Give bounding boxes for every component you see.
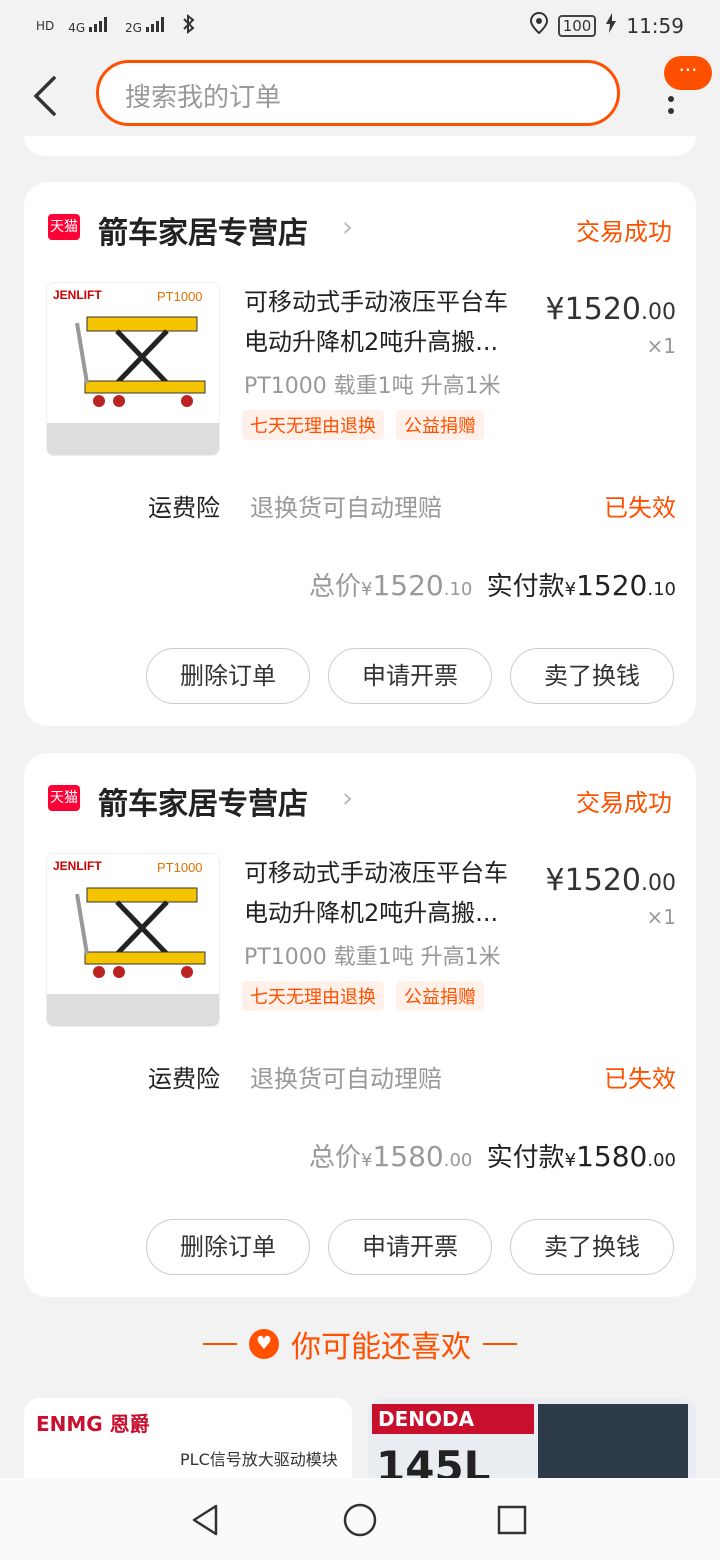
paid-label: 实付款	[486, 572, 565, 602]
thumb-brand: JENLIFT	[53, 859, 102, 873]
product-thumbnail[interactable]: JENLIFT PT1000	[46, 853, 220, 1027]
request-invoice-button[interactable]: 申请开票	[328, 648, 492, 704]
product-sku: PT1000 载重1吨 升高1米	[244, 945, 501, 970]
delete-order-button[interactable]: 删除订单	[146, 648, 310, 704]
chevron-right-icon: ›	[342, 210, 354, 243]
insurance-status: 已失效	[604, 1065, 676, 1093]
rec-brand: DENODA	[372, 1404, 534, 1434]
rec-text: PLC信号放大驱动模块	[180, 1450, 338, 1469]
paid-value: ¥1520.10	[564, 569, 676, 602]
shop-name[interactable]: 箭车家居专营店	[98, 208, 308, 252]
recommend-title: 你可能还喜欢	[291, 1330, 471, 1365]
order-status: 交易成功	[576, 218, 672, 246]
order-totals: 总价¥1580.00 实付款¥1580.00	[309, 1137, 676, 1174]
total-value: ¥1520.10	[361, 569, 473, 602]
hd-indicator: HD	[36, 18, 55, 33]
back-button[interactable]	[28, 74, 64, 118]
lift-cart-image: JENLIFT PT1000	[47, 283, 219, 455]
insurance-label: 运费险	[148, 494, 220, 522]
insurance-desc: 退换货可自动理赔	[250, 494, 442, 522]
status-bar: HD 4G 2G 100 11:59	[0, 0, 720, 52]
insurance-desc: 退换货可自动理赔	[250, 1065, 442, 1093]
resell-button[interactable]: 卖了换钱	[510, 648, 674, 704]
bluetooth-icon	[182, 13, 196, 37]
total-value: ¥1580.00	[361, 1140, 473, 1173]
tag-return: 七天无理由退换	[242, 410, 384, 440]
product-quantity: ×1	[646, 334, 676, 358]
resell-button[interactable]: 卖了换钱	[510, 1219, 674, 1275]
product-title-line1: 可移动式手动液压平台车	[244, 859, 508, 887]
service-tags: 七天无理由退换 公益捐赠	[242, 981, 484, 1011]
chevron-left-icon	[33, 76, 56, 116]
shop-row[interactable]: 天猫 箭车家居专营店 › 交易成功	[24, 753, 696, 843]
signal-2g-icon: 2G	[125, 16, 168, 35]
product-title-line1: 可移动式手动液压平台车	[244, 288, 508, 316]
clock-time: 11:59	[626, 13, 684, 38]
location-icon	[529, 11, 548, 39]
shop-name[interactable]: 箭车家居专营店	[98, 779, 308, 823]
tmall-badge-icon: 天猫	[48, 785, 80, 811]
insurance-label: 运费险	[148, 1065, 220, 1093]
thumb-brand: JENLIFT	[53, 288, 102, 302]
order-status: 交易成功	[576, 789, 672, 817]
divider-left	[203, 1343, 237, 1345]
service-tags: 七天无理由退换 公益捐赠	[242, 410, 484, 440]
nav-recents-icon[interactable]	[492, 1500, 532, 1540]
total-label: 总价	[308, 1143, 361, 1173]
product-thumbnail[interactable]: JENLIFT PT1000	[46, 282, 220, 456]
nav-home-icon[interactable]	[340, 1500, 380, 1540]
status-right-indicators: 100 11:59	[529, 11, 684, 39]
tag-charity: 公益捐赠	[396, 410, 484, 440]
recommend-header: ♥ 你可能还喜欢	[0, 1322, 720, 1372]
tag-charity: 公益捐赠	[396, 981, 484, 1011]
total-label: 总价	[308, 572, 361, 602]
shop-row[interactable]: 天猫 箭车家居专营店 › 交易成功	[24, 182, 696, 272]
status-left-indicators: HD 4G 2G	[36, 13, 196, 37]
order-actions: 删除订单 申请开票 卖了换钱	[146, 648, 674, 704]
order-totals: 总价¥1520.10 实付款¥1520.10	[309, 566, 676, 603]
product-title-line2: 电动升降机2吨升高搬...	[244, 899, 499, 927]
order-card: 天猫 箭车家居专营店 › 交易成功 JENLIFT PT1000 可移动式手动液…	[24, 753, 696, 1297]
rec-brand: ENMG 恩爵	[36, 1412, 150, 1436]
product-price: ¥1520.00	[545, 292, 676, 327]
product-price: ¥1520.00	[545, 863, 676, 898]
tag-return: 七天无理由退换	[242, 981, 384, 1011]
product-title[interactable]: 可移动式手动液压平台车 电动升降机2吨升高搬...	[244, 853, 544, 933]
paid-label: 实付款	[486, 1143, 565, 1173]
nav-back-icon[interactable]	[186, 1500, 226, 1540]
recommend-item[interactable]: DENODA 145L	[368, 1398, 696, 1488]
dehumidifier-image	[538, 1404, 688, 1488]
request-invoice-button[interactable]: 申请开票	[328, 1219, 492, 1275]
product-quantity: ×1	[646, 905, 676, 929]
signal-4g-icon: 4G	[68, 16, 111, 35]
product-sku: PT1000 载重1吨 升高1米	[244, 374, 501, 399]
heart-icon: ♥	[249, 1329, 279, 1359]
order-card: 天猫 箭车家居专营店 › 交易成功 JENLIFT PT1000 可移动式手动液…	[24, 182, 696, 726]
battery-indicator: 100	[557, 14, 597, 37]
more-menu-icon[interactable]	[666, 90, 676, 130]
product-title-line2: 电动升降机2吨升高搬...	[244, 328, 499, 356]
insurance-row[interactable]: 运费险 退换货可自动理赔 已失效	[24, 488, 696, 528]
message-badge[interactable]: ···	[664, 56, 712, 90]
previous-card-edge	[24, 136, 696, 156]
divider-right	[483, 1343, 517, 1345]
delete-order-button[interactable]: 删除订单	[146, 1219, 310, 1275]
search-input[interactable]: 搜索我的订单	[96, 60, 620, 126]
search-placeholder: 搜索我的订单	[125, 83, 282, 113]
paid-value: ¥1580.00	[564, 1140, 676, 1173]
system-nav-bar	[0, 1478, 720, 1560]
tmall-badge-icon: 天猫	[48, 214, 80, 240]
product-title[interactable]: 可移动式手动液压平台车 电动升降机2吨升高搬...	[244, 282, 544, 362]
recommend-item[interactable]: ENMG 恩爵 PLC信号放大驱动模块	[24, 1398, 352, 1488]
lift-cart-image: JENLIFT PT1000	[47, 854, 219, 1026]
insurance-row[interactable]: 运费险 退换货可自动理赔 已失效	[24, 1059, 696, 1099]
thumb-model: PT1000	[157, 860, 203, 875]
charging-icon	[606, 13, 617, 38]
chevron-right-icon: ›	[342, 781, 354, 814]
thumb-model: PT1000	[157, 289, 203, 304]
order-actions: 删除订单 申请开票 卖了换钱	[146, 1219, 674, 1275]
insurance-status: 已失效	[604, 494, 676, 522]
